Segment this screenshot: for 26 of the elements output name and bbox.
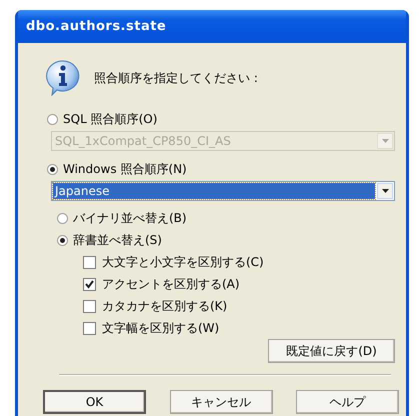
- dropdown-field[interactable]: Japanese: [51, 181, 395, 201]
- prompt-text: 照合順序を指定してください :: [94, 70, 258, 86]
- radio-label[interactable]: 辞書並べ替え(S): [73, 232, 162, 248]
- ok-button[interactable]: OK: [43, 390, 146, 414]
- checkbox[interactable]: [83, 256, 96, 268]
- checkbox[interactable]: [83, 322, 96, 334]
- radio-label[interactable]: Windows 照合順序(N): [63, 160, 187, 178]
- help-button[interactable]: ヘルプ: [296, 390, 399, 414]
- checkbox[interactable]: [83, 300, 96, 312]
- dropdown-arrow-icon: [382, 189, 388, 193]
- checkbox-label[interactable]: 大文字と小文字を区別する(C): [102, 254, 264, 270]
- radio-button[interactable]: [57, 234, 68, 246]
- dropdown-arrow-icon: [382, 139, 388, 143]
- radio-label[interactable]: バイナリ並べ替え(B): [73, 210, 187, 226]
- radio-button[interactable]: [47, 114, 58, 124]
- radio-button[interactable]: [47, 164, 58, 174]
- cancel-button[interactable]: キャンセル: [170, 390, 272, 414]
- info-icon: [46, 60, 80, 96]
- checkbox[interactable]: [83, 278, 96, 290]
- checkbox-label[interactable]: 文字幅を区別する(W): [102, 320, 220, 336]
- checkbox-label[interactable]: アクセントを区別する(A): [102, 276, 240, 292]
- reset-defaults-button[interactable]: 既定値に戻す(D): [268, 339, 395, 363]
- radio-label[interactable]: SQL 照合順序(O): [63, 110, 158, 128]
- checkbox-label[interactable]: カタカナを区別する(K): [102, 298, 228, 314]
- window-title: dbo.authors.state: [26, 19, 166, 34]
- radio-button[interactable]: [57, 212, 68, 224]
